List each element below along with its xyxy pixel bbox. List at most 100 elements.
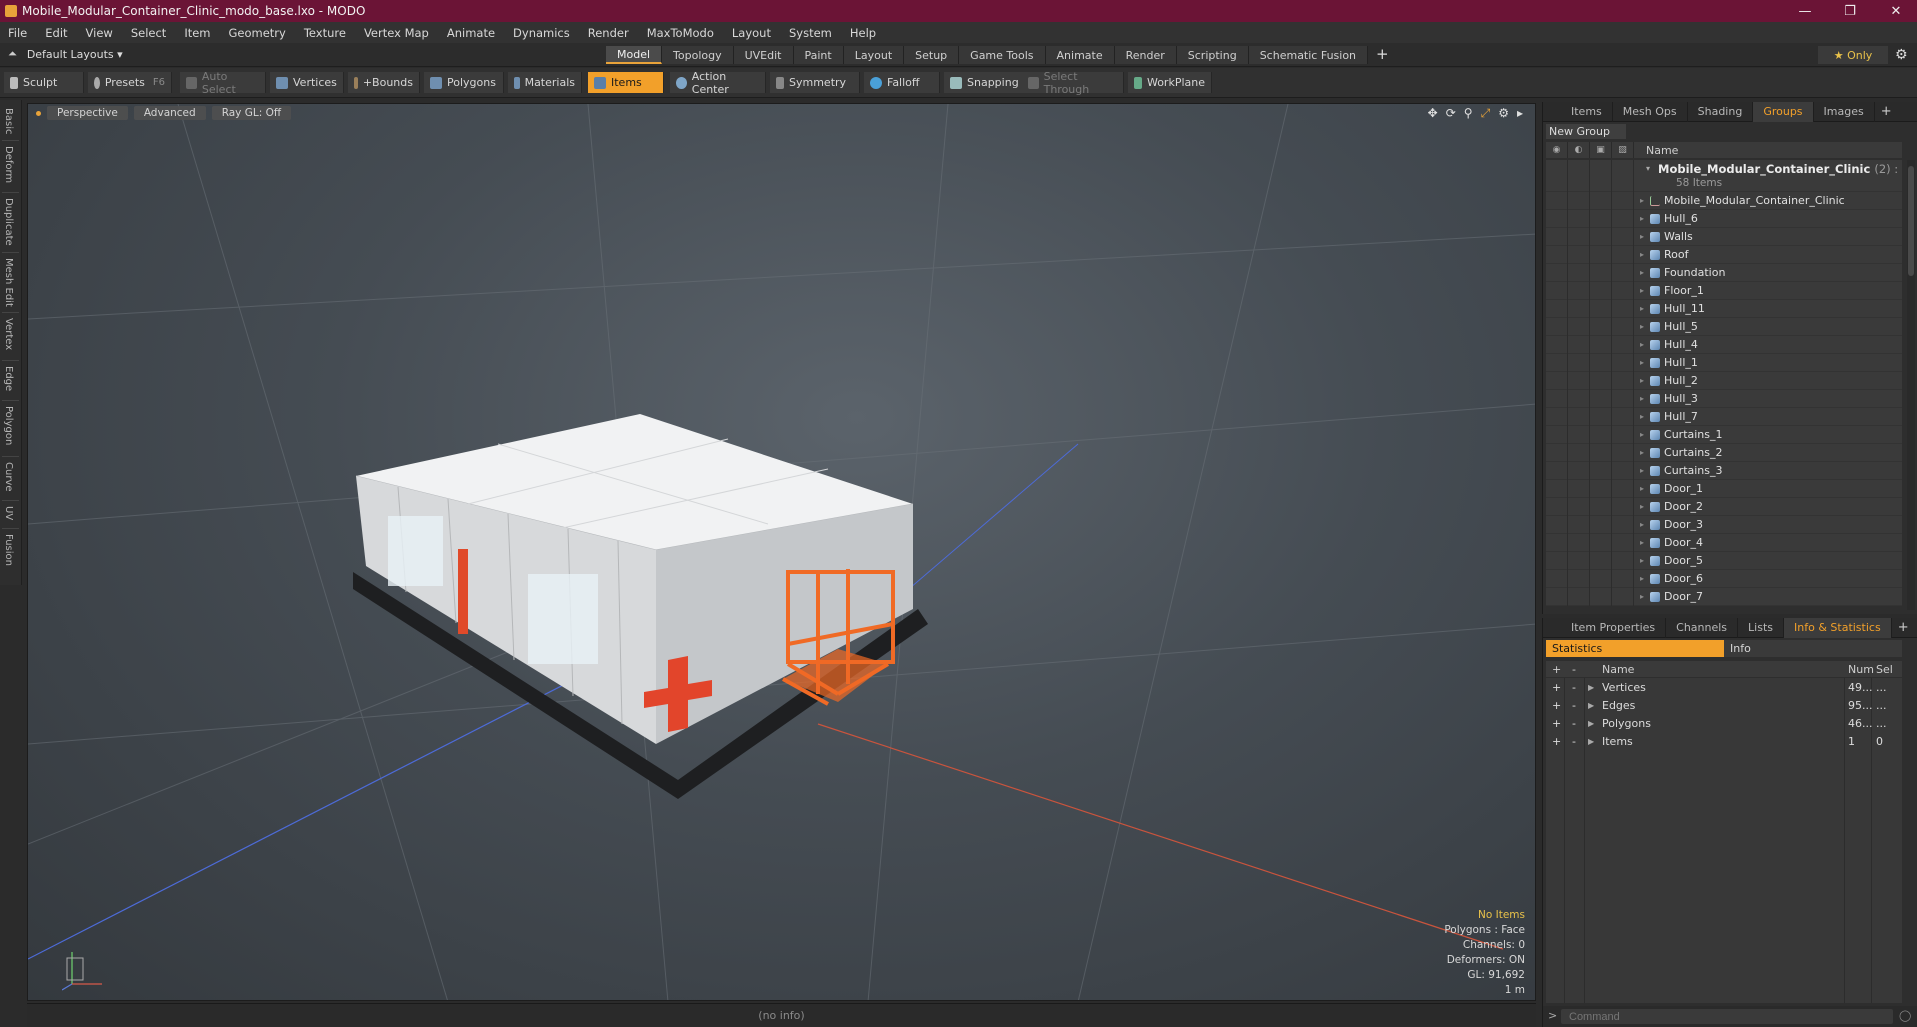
- expand-triangle-icon[interactable]: ▸: [1640, 394, 1644, 403]
- tab-schematic-fusion[interactable]: Schematic Fusion: [1248, 46, 1369, 64]
- group-item-row[interactable]: ▸ Hull_4: [1546, 335, 1902, 354]
- expand-triangle-icon[interactable]: ▸: [1640, 250, 1644, 259]
- left-tab-deform[interactable]: Deform: [3, 146, 14, 183]
- tab-info-statistics[interactable]: Info & Statistics: [1784, 617, 1892, 638]
- left-tab-edge[interactable]: Edge: [3, 366, 14, 391]
- left-tab-vertex[interactable]: Vertex: [3, 318, 14, 350]
- vertices-button[interactable]: Vertices: [270, 72, 344, 93]
- group-item-row[interactable]: ▸ Door_3: [1546, 515, 1902, 534]
- render-icon[interactable]: ◐: [1568, 142, 1590, 158]
- group-item-row[interactable]: ▸ Door_1: [1546, 479, 1902, 498]
- group-item-row[interactable]: ▸ Hull_11: [1546, 299, 1902, 318]
- collapse-all-header[interactable]: -: [1572, 663, 1576, 676]
- expand-triangle-icon[interactable]: ▸: [1640, 412, 1644, 421]
- expand-row-icon[interactable]: +: [1552, 717, 1561, 730]
- row-triangle-icon[interactable]: ▶: [1588, 737, 1594, 746]
- action-center-button[interactable]: Action Center: [670, 70, 766, 96]
- viewport-menu-dot-icon[interactable]: [36, 110, 41, 116]
- fit-icon[interactable]: ⤢: [1481, 106, 1491, 121]
- group-item-row[interactable]: ▸ Foundation: [1546, 263, 1902, 282]
- tab-groups[interactable]: Groups: [1753, 101, 1814, 122]
- expand-triangle-icon[interactable]: ▸: [1640, 538, 1644, 547]
- tab-item-properties[interactable]: Item Properties: [1561, 617, 1667, 638]
- viewport-more-icon[interactable]: ▸: [1517, 106, 1523, 121]
- left-tab-curve[interactable]: Curve: [3, 462, 14, 492]
- tab-items[interactable]: Items: [1561, 101, 1613, 122]
- left-tab-polygon[interactable]: Polygon: [3, 406, 14, 445]
- expand-triangle-icon[interactable]: ▸: [1640, 448, 1644, 457]
- polygons-button[interactable]: Polygons: [424, 72, 504, 93]
- statistics-row[interactable]: + - ▶ Edges 95......: [1546, 696, 1902, 714]
- items-button[interactable]: Items: [588, 72, 664, 93]
- expand-triangle-icon[interactable]: ▸: [1640, 232, 1644, 241]
- orbit-icon[interactable]: ⟳: [1446, 106, 1456, 121]
- pan-icon[interactable]: ✥: [1428, 106, 1438, 121]
- maximize-icon[interactable]: ❐: [1830, 0, 1870, 22]
- collapse-row-icon[interactable]: -: [1572, 735, 1576, 748]
- expand-triangle-icon[interactable]: ▸: [1640, 340, 1644, 349]
- default-layouts-dropdown[interactable]: Default Layouts ▾: [27, 48, 123, 61]
- tab-paint[interactable]: Paint: [793, 46, 844, 64]
- row-triangle-icon[interactable]: ▶: [1588, 683, 1594, 692]
- expand-row-icon[interactable]: +: [1552, 681, 1561, 694]
- statistics-row[interactable]: + - ▶ Items 1 0: [1546, 732, 1902, 750]
- group-item-row[interactable]: ▸ Door_5: [1546, 551, 1902, 570]
- left-tab-mesh-edit[interactable]: Mesh Edit: [3, 258, 14, 307]
- expand-triangle-icon[interactable]: ▸: [1640, 268, 1644, 277]
- row-triangle-icon[interactable]: ▶: [1588, 719, 1594, 728]
- left-tab-fusion[interactable]: Fusion: [3, 534, 14, 566]
- left-tab-basic[interactable]: Basic: [3, 108, 14, 134]
- row-triangle-icon[interactable]: ▶: [1588, 701, 1594, 710]
- collapse-row-icon[interactable]: -: [1572, 681, 1576, 694]
- root-eye-icon[interactable]: [1546, 160, 1568, 192]
- expand-row-icon[interactable]: +: [1552, 699, 1561, 712]
- expand-triangle-icon[interactable]: ▸: [1640, 214, 1644, 223]
- expand-triangle-icon[interactable]: ▸: [1640, 466, 1644, 475]
- menu-edit[interactable]: Edit: [45, 26, 67, 40]
- subtab-statistics[interactable]: Statistics: [1546, 640, 1724, 657]
- group-item-row[interactable]: ▸ Floor_1: [1546, 281, 1902, 300]
- tab-render[interactable]: Render: [1114, 46, 1177, 64]
- tab-setup[interactable]: Setup: [904, 46, 960, 64]
- perspective-dropdown[interactable]: Perspective: [47, 106, 128, 120]
- statistics-row[interactable]: + - ▶ Polygons 46......: [1546, 714, 1902, 732]
- group-item-row[interactable]: ▸ Door_6: [1546, 569, 1902, 588]
- group-item-row[interactable]: ▸ Hull_7: [1546, 407, 1902, 426]
- group-item-row[interactable]: ▸ Hull_6: [1546, 209, 1902, 228]
- group-item-row[interactable]: ▸ Hull_5: [1546, 317, 1902, 336]
- group-item-row[interactable]: ▸ Curtains_2: [1546, 443, 1902, 462]
- group-item-row[interactable]: ▸ Hull_1: [1546, 353, 1902, 372]
- tab-scripting[interactable]: Scripting: [1176, 46, 1249, 64]
- layout-collapse-icon[interactable]: ⏶: [8, 47, 17, 61]
- menu-view[interactable]: View: [86, 26, 113, 40]
- expand-all-header[interactable]: +: [1552, 663, 1561, 676]
- raygl-dropdown[interactable]: Ray GL: Off: [211, 106, 292, 120]
- gear-icon[interactable]: ⚙: [1895, 47, 1908, 63]
- menu-system[interactable]: System: [789, 26, 832, 40]
- collapse-triangle-icon[interactable]: ▾: [1646, 164, 1650, 173]
- command-input[interactable]: [1561, 1009, 1893, 1024]
- presets-button[interactable]: Presets F6: [88, 72, 172, 93]
- menu-dynamics[interactable]: Dynamics: [513, 26, 570, 40]
- add-info-tab-icon[interactable]: +: [1898, 620, 1909, 635]
- menu-select[interactable]: Select: [131, 26, 166, 40]
- close-icon[interactable]: ✕: [1876, 0, 1916, 22]
- group-item-row[interactable]: ▸ Door_4: [1546, 533, 1902, 552]
- tab-lists[interactable]: Lists: [1738, 617, 1785, 638]
- subtab-info[interactable]: Info: [1724, 640, 1902, 657]
- tab-topology[interactable]: Topology: [662, 46, 734, 64]
- group-item-row[interactable]: ▸ Mobile_Modular_Container_Clinic: [1546, 191, 1902, 210]
- expand-triangle-icon[interactable]: ▸: [1640, 592, 1644, 601]
- tab-game-tools[interactable]: Game Tools: [959, 46, 1046, 64]
- group-item-row[interactable]: ▸ Door_2: [1546, 497, 1902, 516]
- add-panel-tab-icon[interactable]: +: [1881, 104, 1892, 119]
- expand-triangle-icon[interactable]: ▸: [1640, 574, 1644, 583]
- group-item-row[interactable]: ▸ Hull_2: [1546, 371, 1902, 390]
- statistics-row[interactable]: + - ▶ Vertices 49......: [1546, 678, 1902, 696]
- group-item-row[interactable]: ▸ Door_7: [1546, 587, 1902, 606]
- tab-layout[interactable]: Layout: [843, 46, 905, 64]
- menu-animate[interactable]: Animate: [447, 26, 495, 40]
- menu-file[interactable]: File: [8, 26, 27, 40]
- group-item-row[interactable]: ▸ Roof: [1546, 245, 1902, 264]
- left-tab-duplicate[interactable]: Duplicate: [3, 198, 14, 246]
